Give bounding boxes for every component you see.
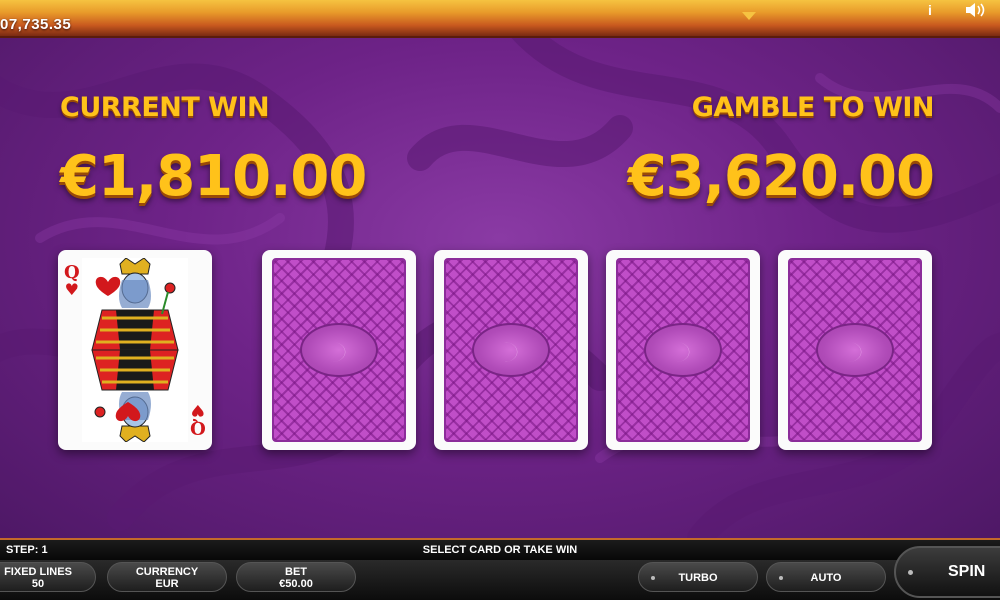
spin-label: SPIN — [948, 563, 986, 580]
choice-card-4[interactable] — [778, 250, 932, 450]
gamble-to-win-amount: €3,620.00 — [627, 144, 935, 209]
fixed-lines-display: FIXED LINES 50 — [0, 562, 96, 592]
heart-icon: ♥ — [64, 280, 80, 299]
bet-selector[interactable]: BET €50.00 — [236, 562, 356, 592]
auto-button[interactable]: AUTO — [766, 562, 886, 592]
speaker-icon[interactable] — [962, 1, 990, 19]
card-back-pattern — [272, 258, 406, 442]
currency-label: CURRENCY — [135, 566, 199, 578]
card-corner-bottom: Q ♥ — [190, 401, 206, 438]
card-rank-bottom: Q — [190, 417, 206, 438]
toggle-dot-icon — [779, 576, 783, 580]
card-back-logo-icon — [644, 323, 722, 377]
card-back-logo-icon — [300, 323, 378, 377]
bet-value: €50.00 — [279, 578, 313, 590]
top-bar-notch — [742, 12, 756, 20]
choice-card-2[interactable] — [434, 250, 588, 450]
control-bar: FIXED LINES 50 CURRENCY EUR BET €50.00 T… — [0, 546, 1000, 600]
fixed-lines-label: FIXED LINES — [4, 566, 72, 578]
current-win-label: CURRENT WIN — [60, 92, 270, 123]
card-back-pattern — [444, 258, 578, 442]
turbo-button[interactable]: TURBO — [638, 562, 758, 592]
status-strip: STEP: 1 SELECT CARD OR TAKE WIN — [0, 538, 1000, 560]
heart-icon: ♥ — [190, 401, 206, 420]
bottom-panel: STEP: 1 SELECT CARD OR TAKE WIN FIXED LI… — [0, 538, 1000, 600]
card-corner-top: Q ♥ — [64, 264, 80, 298]
balance-display: 07,735.35 — [0, 16, 72, 33]
dealer-card: Q ♥ Q ♥ — [58, 250, 212, 450]
card-back-logo-icon — [816, 323, 894, 377]
toggle-dot-icon — [651, 576, 655, 580]
turbo-label: TURBO — [678, 572, 718, 584]
currency-value: EUR — [155, 578, 179, 590]
top-bar: 07,735.35 i — [0, 0, 1000, 38]
fixed-lines-value: 50 — [31, 578, 45, 590]
status-message: SELECT CARD OR TAKE WIN — [422, 544, 578, 556]
card-back-pattern — [616, 258, 750, 442]
bet-label: BET — [285, 566, 307, 578]
spin-button[interactable]: SPIN — [894, 546, 1000, 598]
toggle-dot-icon — [908, 570, 913, 575]
currency-display: CURRENCY EUR — [107, 562, 227, 592]
gamble-field: CURRENT WIN €1,810.00 GAMBLE TO WIN €3,6… — [0, 38, 1000, 538]
info-icon[interactable]: i — [922, 2, 938, 18]
card-back-pattern — [788, 258, 922, 442]
queen-portrait — [82, 257, 188, 447]
gamble-to-win-label: GAMBLE TO WIN — [691, 92, 935, 123]
choice-card-3[interactable] — [606, 250, 760, 450]
choice-card-1[interactable] — [262, 250, 416, 450]
current-win-amount: €1,810.00 — [60, 144, 367, 209]
auto-label: AUTO — [810, 572, 842, 584]
card-back-logo-icon — [472, 323, 550, 377]
